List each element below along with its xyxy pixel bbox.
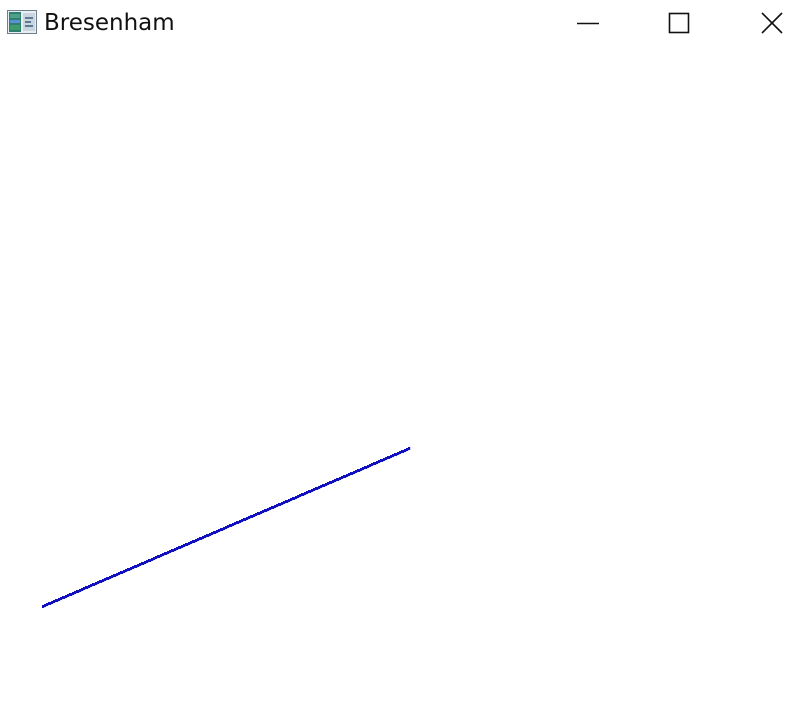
- line-pixel: [409, 447, 411, 450]
- app-window: Bresenham: [0, 0, 810, 702]
- close-button[interactable]: [749, 0, 795, 46]
- close-icon: [761, 12, 783, 34]
- maximize-icon: [668, 12, 690, 34]
- canvas-surface: [42, 447, 411, 608]
- bresenham-line: [42, 447, 411, 608]
- java-app-icon[interactable]: [7, 10, 37, 34]
- maximize-button[interactable]: [656, 0, 702, 46]
- minimize-button[interactable]: [565, 0, 611, 46]
- title-bar[interactable]: Bresenham: [0, 0, 810, 46]
- drawing-canvas[interactable]: [0, 46, 810, 702]
- minimize-icon: [577, 12, 599, 34]
- window-title: Bresenham: [44, 10, 175, 36]
